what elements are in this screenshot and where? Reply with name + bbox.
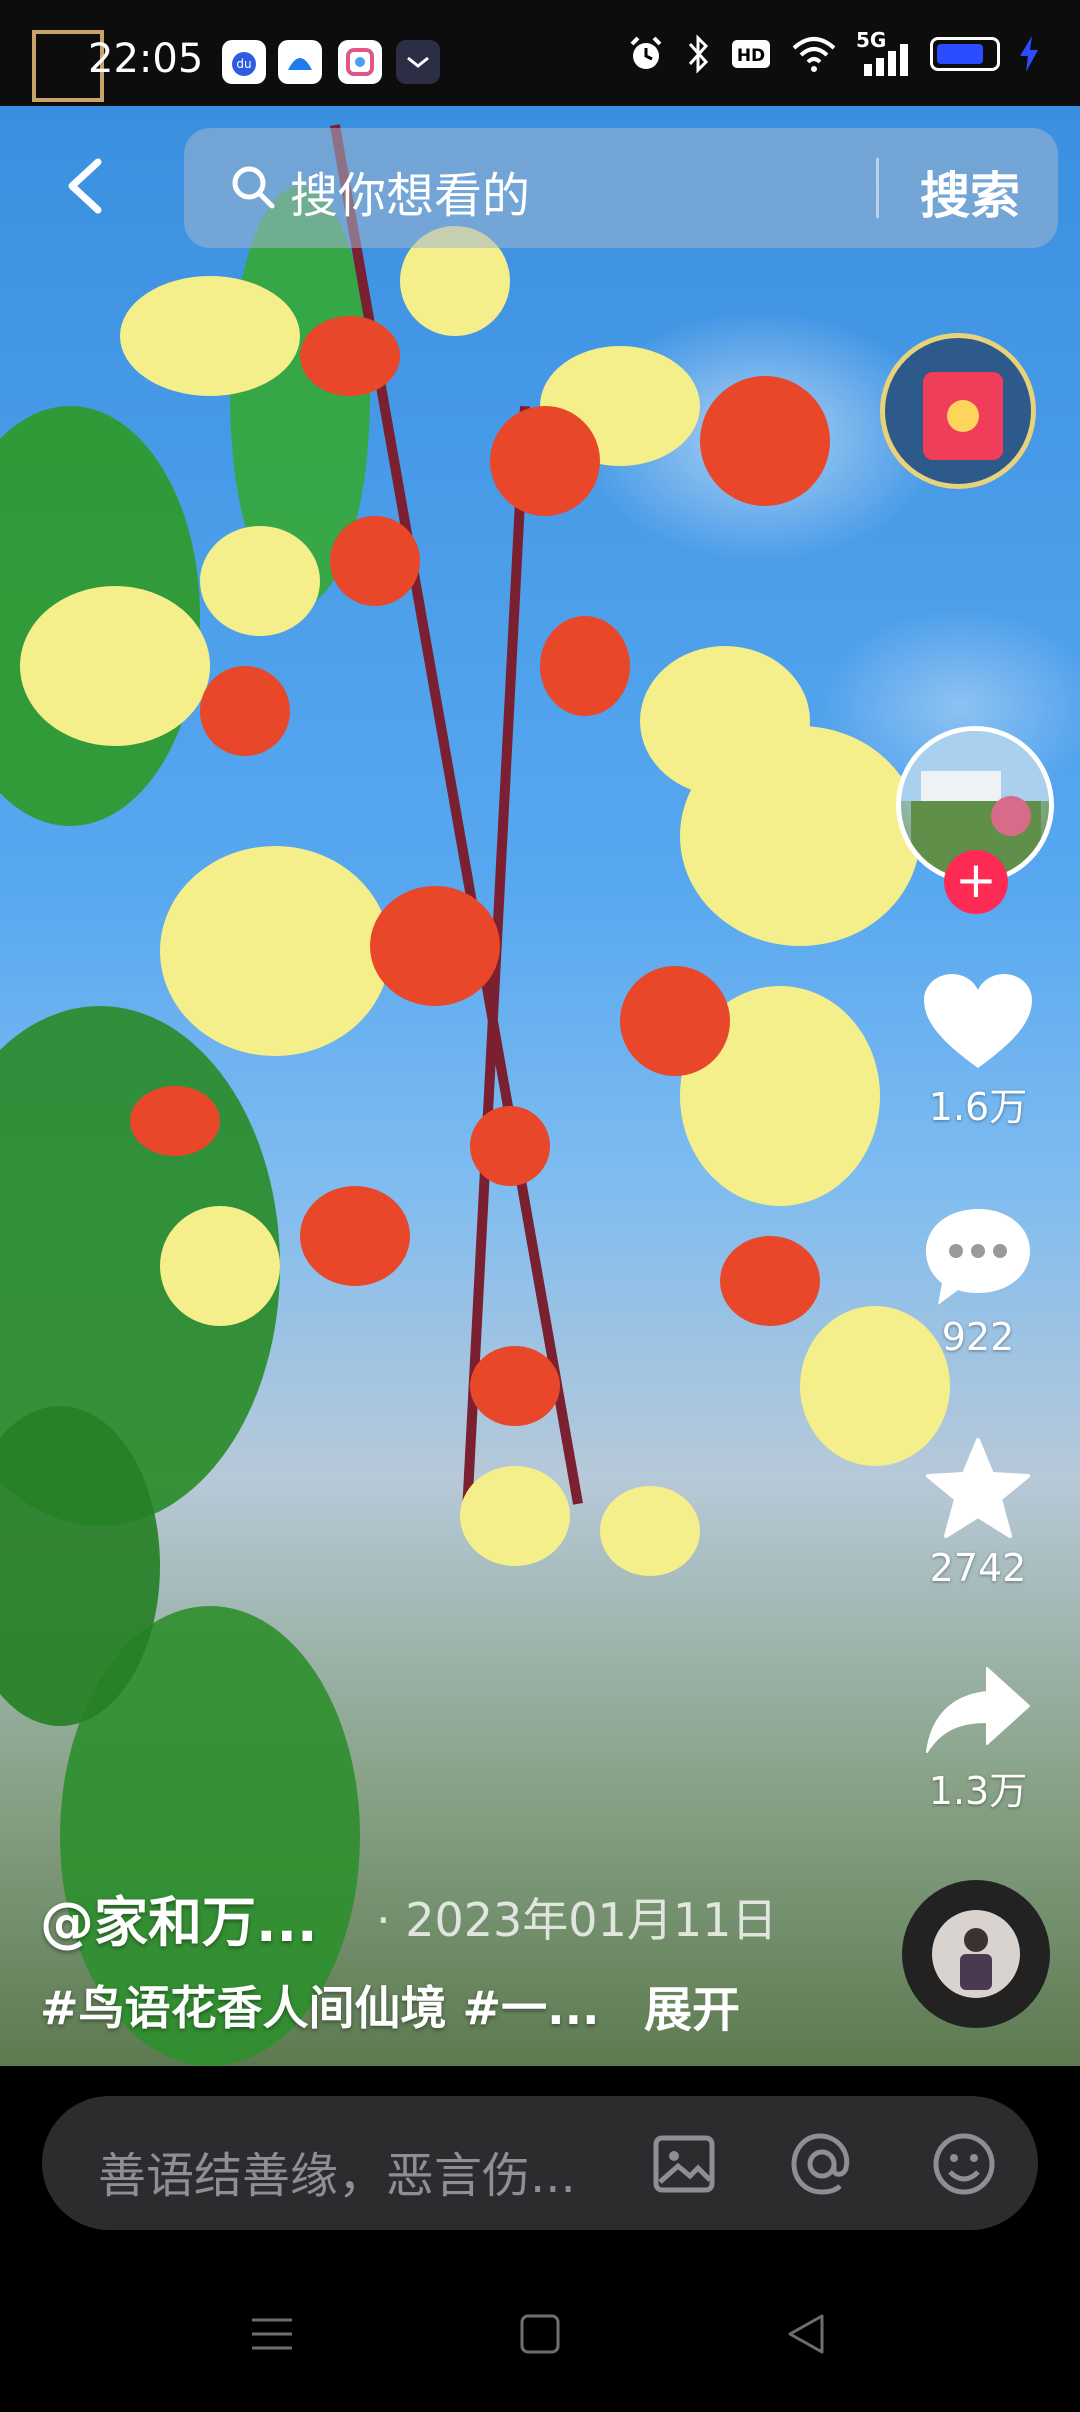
red-packet-button[interactable] (880, 333, 1036, 489)
comment-button[interactable]: 922 (900, 1205, 1056, 1359)
app-icon (278, 40, 322, 84)
music-cover (932, 1910, 1020, 1998)
scene-flower (300, 1186, 410, 1286)
scene-flower (680, 726, 920, 946)
charging-icon (1020, 36, 1038, 72)
comment-count: 922 (941, 1315, 1015, 1359)
back-nav-icon[interactable] (782, 2310, 830, 2358)
search-input[interactable]: 搜你想看的 搜索 (184, 128, 1058, 248)
alarm-icon (630, 36, 662, 69)
share-button[interactable]: 1.3万 (900, 1664, 1056, 1815)
svg-text:HD: HD (737, 46, 765, 66)
status-bar: 22:05 du HD 5G (0, 0, 1080, 106)
like-button[interactable]: 1.6万 (900, 972, 1056, 1131)
expand-button[interactable]: 展开 (644, 1970, 740, 2040)
message-app-icon (396, 40, 440, 84)
music-disc[interactable] (902, 1880, 1050, 2028)
hd-icon: HD (732, 40, 770, 68)
red-packet-icon (923, 372, 1003, 460)
menu-icon[interactable] (248, 2310, 296, 2358)
status-icons: HD 5G (626, 28, 1040, 76)
author-name[interactable]: @家和万... (40, 1878, 318, 1957)
favorite-count: 2742 (929, 1546, 1027, 1590)
scene-flower (370, 886, 500, 1006)
scene-flower (470, 1346, 560, 1426)
comment-icon (926, 1209, 1030, 1305)
status-time: 22:05 (88, 36, 204, 82)
scene-flower (160, 846, 390, 1056)
search-icon (232, 166, 275, 209)
scene-flower (130, 1086, 220, 1156)
top-bar: 搜你想看的 搜索 (0, 128, 1080, 248)
baidu-app-icon: du (222, 40, 266, 84)
image-icon[interactable] (650, 2130, 718, 2198)
scene-flower (330, 516, 420, 606)
scene-flower (200, 526, 320, 636)
search-button[interactable]: 搜索 (920, 156, 1020, 228)
scene-flower (120, 276, 300, 396)
like-count: 1.6万 (928, 1085, 1028, 1129)
favorite-button[interactable]: 2742 (900, 1436, 1056, 1590)
scene-flower (460, 1466, 570, 1566)
scene-flower (700, 376, 830, 506)
scene-flower (620, 966, 730, 1076)
back-icon[interactable] (58, 156, 118, 216)
video-hashtags[interactable]: #鸟语花香人间仙境 #一... (40, 1972, 600, 2038)
signal-icon: 5G (856, 28, 912, 76)
wifi-icon (792, 37, 836, 72)
scene-flower (540, 616, 630, 716)
scene-flower (600, 1486, 700, 1576)
share-count: 1.3万 (928, 1769, 1028, 1813)
scene-flower (490, 406, 600, 516)
battery-icon (930, 37, 1000, 71)
scene-flower (200, 666, 290, 756)
search-divider (876, 158, 879, 218)
search-placeholder: 搜你想看的 (290, 168, 531, 224)
share-icon (926, 1667, 1030, 1753)
star-icon (926, 1438, 1030, 1538)
scene-flower (160, 1206, 280, 1326)
photo-app-icon (338, 40, 382, 84)
home-icon[interactable] (516, 2310, 564, 2358)
scene-flower (20, 586, 210, 746)
bluetooth-icon (688, 34, 709, 74)
emoji-icon[interactable] (930, 2130, 998, 2198)
svg-text:du: du (236, 57, 251, 71)
mention-icon[interactable] (788, 2130, 856, 2198)
post-date: · 2023年01月11日 (376, 1893, 778, 1947)
navigation-bar (0, 2268, 1080, 2412)
comment-placeholder: 善语结善缘，恶言伤... (98, 2148, 576, 2204)
scene-flower (300, 316, 400, 396)
comment-input[interactable]: 善语结善缘，恶言伤... (42, 2096, 1038, 2230)
follow-button[interactable]: + (944, 850, 1008, 914)
heart-icon (924, 974, 1032, 1068)
scene-flower (720, 1236, 820, 1326)
scene-flower (470, 1106, 550, 1186)
